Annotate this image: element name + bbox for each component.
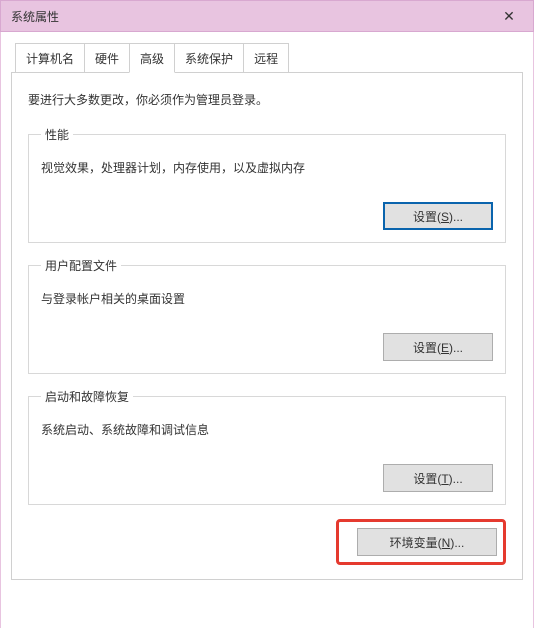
user-profiles-settings-button[interactable]: 设置(E)... (383, 333, 493, 361)
startup-recovery-settings-button[interactable]: 设置(T)... (383, 464, 493, 492)
tab-system-protection[interactable]: 系统保护 (174, 43, 244, 72)
dialog-content: 计算机名 硬件 高级 系统保护 远程 要进行大多数更改，你必须作为管理员登录。 … (0, 32, 534, 628)
close-icon: ✕ (503, 8, 515, 25)
user-profiles-desc: 与登录帐户相关的桌面设置 (41, 290, 493, 307)
close-button[interactable]: ✕ (487, 2, 531, 30)
startup-recovery-group: 启动和故障恢复 系统启动、系统故障和调试信息 设置(T)... (28, 388, 506, 505)
advanced-panel: 要进行大多数更改，你必须作为管理员登录。 性能 视觉效果，处理器计划，内存使用，… (11, 72, 523, 580)
startup-recovery-desc: 系统启动、系统故障和调试信息 (41, 421, 493, 438)
performance-group: 性能 视觉效果，处理器计划，内存使用，以及虚拟内存 设置(S)... (28, 126, 506, 243)
tab-hardware[interactable]: 硬件 (84, 43, 130, 72)
environment-variables-button[interactable]: 环境变量(N)... (357, 528, 497, 556)
intro-text: 要进行大多数更改，你必须作为管理员登录。 (28, 91, 506, 108)
user-profiles-group: 用户配置文件 与登录帐户相关的桌面设置 设置(E)... (28, 257, 506, 374)
performance-settings-button[interactable]: 设置(S)... (383, 202, 493, 230)
tab-remote[interactable]: 远程 (243, 43, 289, 72)
performance-legend: 性能 (41, 126, 73, 143)
window-title: 系统属性 (11, 8, 487, 25)
user-profiles-legend: 用户配置文件 (41, 257, 121, 274)
performance-button-row: 设置(S)... (41, 202, 493, 230)
startup-recovery-legend: 启动和故障恢复 (41, 388, 133, 405)
tab-strip: 计算机名 硬件 高级 系统保护 远程 (15, 42, 523, 72)
env-vars-highlight: 环境变量(N)... (336, 519, 506, 565)
user-profiles-button-row: 设置(E)... (41, 333, 493, 361)
titlebar: 系统属性 ✕ (0, 0, 534, 32)
tab-computer-name[interactable]: 计算机名 (15, 43, 85, 72)
tab-advanced[interactable]: 高级 (129, 43, 175, 73)
performance-desc: 视觉效果，处理器计划，内存使用，以及虚拟内存 (41, 159, 493, 176)
startup-recovery-button-row: 设置(T)... (41, 464, 493, 492)
